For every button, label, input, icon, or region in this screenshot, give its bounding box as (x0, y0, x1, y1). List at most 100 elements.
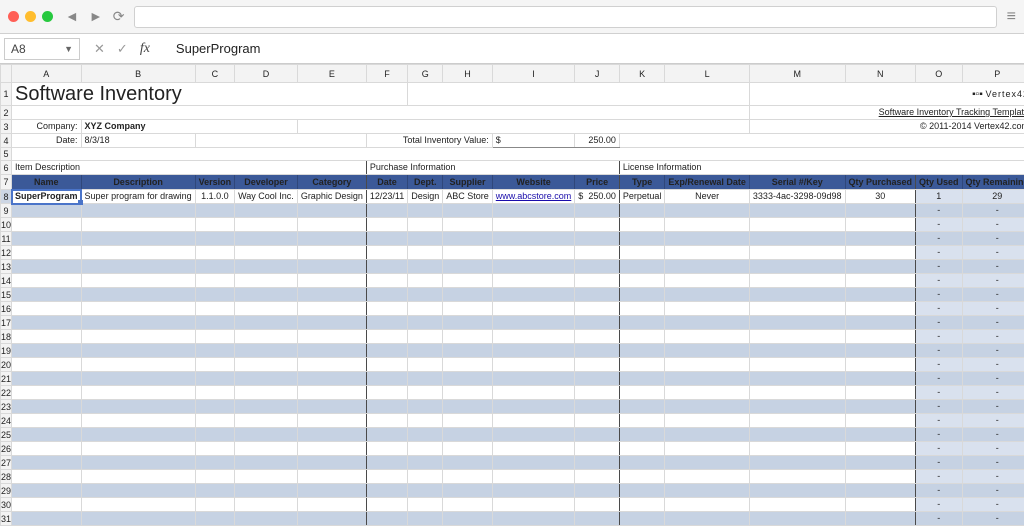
cell[interactable] (492, 386, 575, 400)
cell[interactable]: - (962, 358, 1024, 372)
cell[interactable] (366, 414, 407, 428)
row-header[interactable]: 31 (1, 512, 12, 526)
cell[interactable] (619, 428, 665, 442)
row-header[interactable]: 9 (1, 204, 12, 218)
cell-serial[interactable]: 3333-4ac-3298-09d98 (749, 190, 845, 204)
cell[interactable] (665, 386, 750, 400)
cell[interactable] (845, 456, 916, 470)
cell[interactable] (575, 512, 620, 526)
cell[interactable] (443, 232, 493, 246)
cell[interactable] (297, 470, 366, 484)
cell[interactable] (12, 400, 82, 414)
hdr-description[interactable]: Description (81, 175, 195, 190)
cell[interactable] (575, 260, 620, 274)
cell[interactable] (665, 484, 750, 498)
cell[interactable] (297, 386, 366, 400)
row-header[interactable]: 19 (1, 344, 12, 358)
cell[interactable] (81, 456, 195, 470)
cell[interactable]: - (916, 498, 963, 512)
cell[interactable] (749, 218, 845, 232)
cell[interactable]: - (962, 204, 1024, 218)
cell[interactable] (12, 386, 82, 400)
hdr-version[interactable]: Version (195, 175, 235, 190)
cell[interactable] (575, 330, 620, 344)
cell[interactable]: - (962, 372, 1024, 386)
cell[interactable] (492, 442, 575, 456)
cell[interactable] (297, 428, 366, 442)
cell[interactable] (749, 232, 845, 246)
cell[interactable] (665, 512, 750, 526)
cell[interactable] (297, 316, 366, 330)
cell[interactable] (619, 400, 665, 414)
cell[interactable] (81, 372, 195, 386)
cell[interactable]: - (962, 274, 1024, 288)
col-header[interactable]: C (195, 65, 235, 83)
cell[interactable] (81, 414, 195, 428)
row-header[interactable]: 27 (1, 456, 12, 470)
cell[interactable] (235, 218, 298, 232)
cell-price[interactable]: $ 250.00 (575, 190, 620, 204)
cell[interactable] (12, 330, 82, 344)
cell[interactable] (366, 372, 407, 386)
tiv-currency[interactable]: $ (492, 134, 575, 148)
cell[interactable] (665, 498, 750, 512)
row-header[interactable]: 3 (1, 120, 12, 134)
cell[interactable] (366, 400, 407, 414)
cell[interactable]: - (916, 484, 963, 498)
row-header[interactable]: 23 (1, 400, 12, 414)
cell[interactable] (195, 288, 235, 302)
cell[interactable] (195, 470, 235, 484)
cell[interactable] (665, 428, 750, 442)
cell[interactable] (195, 442, 235, 456)
cell[interactable] (81, 246, 195, 260)
cell[interactable]: - (962, 512, 1024, 526)
cell[interactable] (12, 372, 82, 386)
cell[interactable] (443, 484, 493, 498)
cell[interactable] (619, 288, 665, 302)
cell-website[interactable]: www.abcstore.com (492, 190, 575, 204)
cell[interactable] (12, 344, 82, 358)
cell[interactable] (845, 344, 916, 358)
cell[interactable] (408, 456, 443, 470)
cell[interactable] (492, 316, 575, 330)
row-header[interactable]: 20 (1, 358, 12, 372)
cell[interactable] (575, 456, 620, 470)
cell[interactable] (81, 386, 195, 400)
cell[interactable] (408, 316, 443, 330)
cell[interactable] (81, 470, 195, 484)
cell[interactable] (619, 358, 665, 372)
cell[interactable] (81, 344, 195, 358)
cell[interactable] (575, 386, 620, 400)
cell[interactable] (366, 288, 407, 302)
cell[interactable]: - (962, 470, 1024, 484)
cell[interactable] (408, 330, 443, 344)
cell[interactable] (443, 442, 493, 456)
cell[interactable] (845, 498, 916, 512)
cell[interactable] (408, 274, 443, 288)
cell[interactable] (12, 302, 82, 316)
cell[interactable] (443, 218, 493, 232)
cell[interactable] (619, 344, 665, 358)
cell[interactable] (665, 274, 750, 288)
cell[interactable] (12, 498, 82, 512)
cell[interactable] (408, 246, 443, 260)
close-window-icon[interactable] (8, 11, 19, 22)
cell[interactable] (492, 344, 575, 358)
cell[interactable] (195, 358, 235, 372)
cell[interactable] (235, 372, 298, 386)
cell[interactable] (665, 372, 750, 386)
cell[interactable] (366, 442, 407, 456)
cell[interactable] (195, 512, 235, 526)
cell[interactable] (12, 428, 82, 442)
cell-reference-box[interactable]: A8 ▼ (4, 38, 80, 60)
col-header[interactable]: N (845, 65, 916, 83)
cell[interactable] (235, 344, 298, 358)
cell[interactable] (749, 428, 845, 442)
cell[interactable] (195, 330, 235, 344)
cell[interactable] (235, 484, 298, 498)
cell[interactable]: - (962, 232, 1024, 246)
cell-qty-remaining[interactable]: 29 (962, 190, 1024, 204)
cell[interactable] (749, 344, 845, 358)
cell[interactable] (443, 428, 493, 442)
row-header[interactable]: 18 (1, 330, 12, 344)
